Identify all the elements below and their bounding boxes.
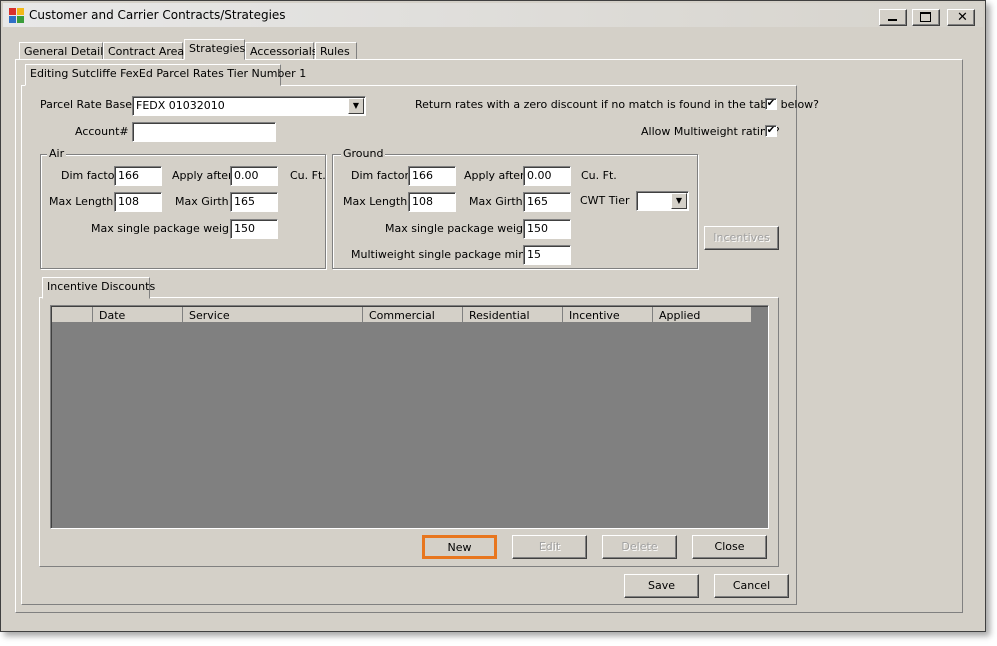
- parcel-rate-base-label: Parcel Rate Base: [40, 98, 133, 111]
- maximize-button[interactable]: [912, 9, 940, 26]
- ground-apply-after-input[interactable]: 0.00: [523, 166, 571, 186]
- cwt-tier-label: CWT Tier: [580, 194, 630, 207]
- column-header-incentive[interactable]: Incentive: [563, 307, 653, 323]
- close-button[interactable]: Close: [692, 535, 767, 559]
- minimize-icon: [888, 19, 897, 21]
- parcel-rate-base-select[interactable]: FEDX 01032010 ▼: [132, 96, 366, 116]
- ground-max-length-input[interactable]: 108: [408, 192, 456, 212]
- column-header-applied[interactable]: Applied: [653, 307, 752, 323]
- ground-dim-factor-label: Dim factor: [351, 169, 409, 182]
- air-dim-factor-label: Dim factor: [61, 169, 119, 182]
- save-button[interactable]: Save: [624, 574, 699, 598]
- ground-max-girth-input[interactable]: 165: [523, 192, 571, 212]
- air-apply-after-input[interactable]: 0.00: [230, 166, 278, 186]
- air-max-girth-input[interactable]: 165: [230, 192, 278, 212]
- ground-max-girth-label: Max Girth: [469, 195, 523, 208]
- parcel-rate-base-value: FEDX 01032010: [136, 99, 225, 112]
- tab-strategies[interactable]: Strategies: [184, 39, 245, 60]
- multiweight-min-label: Multiweight single package min.wt.: [351, 248, 546, 261]
- column-header-service[interactable]: Service: [183, 307, 363, 323]
- air-max-girth-label: Max Girth: [175, 195, 229, 208]
- zero-discount-checkbox[interactable]: ✔: [765, 98, 777, 110]
- ground-group-title: Ground: [341, 147, 386, 160]
- check-icon: ✔: [766, 125, 776, 136]
- cwt-tier-select[interactable]: ▼: [636, 191, 689, 211]
- tab-general-details[interactable]: General Details: [19, 42, 109, 60]
- window-title: Customer and Carrier Contracts/Strategie…: [29, 8, 286, 22]
- air-group-title: Air: [47, 147, 67, 160]
- tab-incentive-discounts[interactable]: Incentive Discounts: [42, 277, 155, 299]
- account-input[interactable]: [132, 122, 276, 142]
- account-label: Account#: [75, 125, 129, 138]
- multiweight-label: Allow Multiweight rating?: [641, 125, 780, 138]
- close-window-button[interactable]: ✕: [947, 9, 975, 26]
- tab-editing-strategy[interactable]: Editing Sutcliffe FexEd Parcel Rates Tie…: [25, 64, 306, 86]
- ground-dim-factor-input[interactable]: 166: [408, 166, 456, 186]
- cancel-button[interactable]: Cancel: [714, 574, 789, 598]
- edit-button[interactable]: Edit: [512, 535, 587, 559]
- check-icon: ✔: [766, 98, 776, 109]
- grid-row-header-corner: [52, 307, 93, 323]
- air-dim-factor-input[interactable]: 166: [114, 166, 162, 186]
- multiweight-min-input[interactable]: 15: [523, 245, 571, 265]
- ground-apply-after-label: Apply after: [464, 169, 525, 182]
- ground-max-single-input[interactable]: 150: [523, 219, 571, 239]
- air-max-length-input[interactable]: 108: [114, 192, 162, 212]
- ground-cuft-label: Cu. Ft.: [581, 169, 617, 182]
- tab-accessorials[interactable]: Accessorials: [245, 42, 318, 60]
- delete-button[interactable]: Delete: [602, 535, 677, 559]
- column-header-date[interactable]: Date: [93, 307, 183, 323]
- new-button[interactable]: New: [422, 535, 497, 559]
- column-header-commercial[interactable]: Commercial: [363, 307, 463, 323]
- incentives-grid[interactable]: Date Service Commercial Residential Ince…: [50, 305, 769, 529]
- zero-discount-label: Return rates with a zero discount if no …: [415, 98, 820, 111]
- title-bar[interactable]: Customer and Carrier Contracts/Strategie…: [3, 3, 983, 27]
- chevron-down-icon[interactable]: ▼: [671, 193, 687, 209]
- close-icon: ✕: [957, 10, 968, 25]
- chevron-down-icon[interactable]: ▼: [348, 98, 364, 114]
- ground-max-length-label: Max Length: [343, 195, 408, 208]
- column-header-residential[interactable]: Residential: [463, 307, 563, 323]
- app-icon: [9, 8, 25, 24]
- multiweight-checkbox[interactable]: ✔: [765, 125, 777, 137]
- incentives-button[interactable]: Incentives: [704, 226, 779, 250]
- minimize-button[interactable]: [879, 9, 907, 26]
- air-apply-after-label: Apply after: [172, 169, 233, 182]
- air-max-single-input[interactable]: 150: [230, 219, 278, 239]
- air-cuft-label: Cu. Ft.: [290, 169, 326, 182]
- air-max-length-label: Max Length: [49, 195, 114, 208]
- air-max-single-label: Max single package weight: [91, 222, 241, 235]
- tab-contract-areas[interactable]: Contract Areas: [103, 42, 190, 60]
- main-window: Customer and Carrier Contracts/Strategie…: [0, 0, 986, 632]
- ground-max-single-label: Max single package weight: [385, 222, 535, 235]
- maximize-icon: [920, 12, 931, 22]
- tab-rules[interactable]: Rules: [315, 42, 357, 60]
- grid-header: Date Service Commercial Residential Ince…: [52, 307, 752, 323]
